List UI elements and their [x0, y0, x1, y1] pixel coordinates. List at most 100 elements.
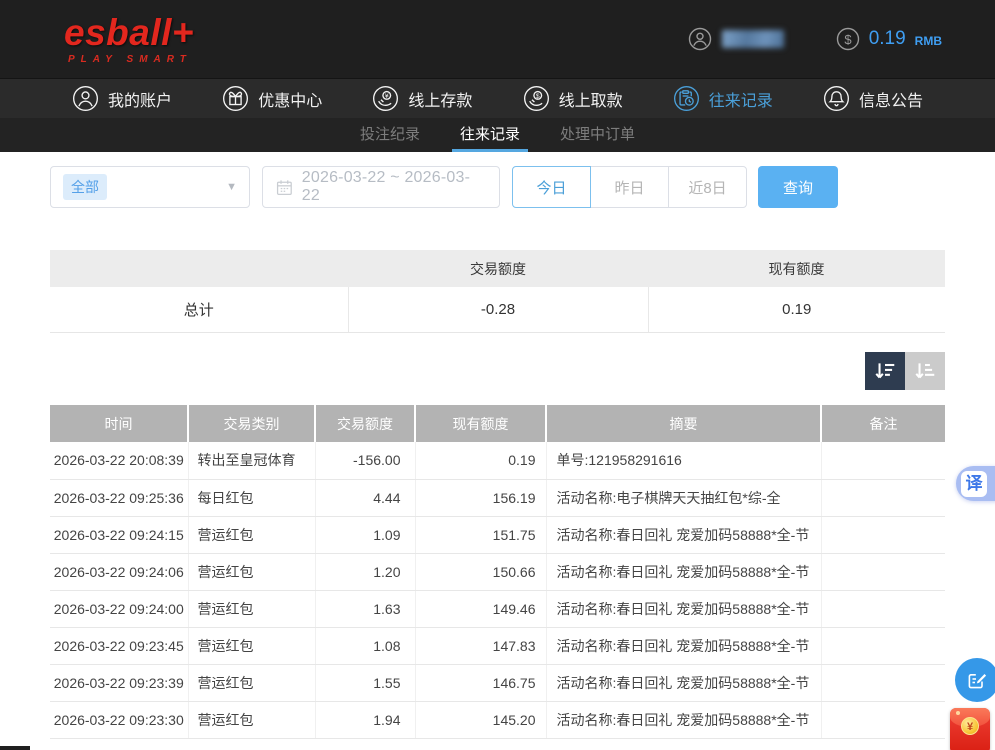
- table-cell: 0.19: [415, 442, 546, 479]
- table-row: 2026-03-22 09:23:39营运红包1.55146.75活动名称:春日…: [50, 664, 945, 701]
- table-cell: 1.94: [315, 701, 415, 738]
- chevron-down-icon: ▼: [226, 181, 237, 193]
- table-cell: 2026-03-22 09:24:00: [50, 590, 188, 627]
- username-redacted[interactable]: [722, 30, 784, 48]
- col-remarks: 备注: [821, 405, 945, 442]
- summary-current-balance: 0.19: [648, 287, 945, 332]
- table-cell: 2026-03-22 09:23:30: [50, 701, 188, 738]
- table-cell: 2026-03-22 09:24:06: [50, 553, 188, 590]
- col-transaction-type: 交易类别: [188, 405, 315, 442]
- tab-pending-orders[interactable]: 处理中订单: [548, 118, 647, 152]
- table-cell: 145.20: [415, 701, 546, 738]
- main-nav: 我的账户 优惠中心 ¥ 线上存款 $ 线上取款: [0, 78, 995, 118]
- query-button[interactable]: 查询: [758, 166, 838, 208]
- range-button-today[interactable]: 今日: [512, 166, 591, 208]
- table-cell: 活动名称:春日回礼 宠爱加码58888*全-节: [546, 701, 821, 738]
- table-cell: 1.09: [315, 516, 415, 553]
- table-row: 2026-03-22 09:23:30营运红包1.94145.20活动名称:春日…: [50, 701, 945, 738]
- table-row: 2026-03-22 09:23:45营运红包1.08147.83活动名称:春日…: [50, 627, 945, 664]
- table-cell: 2026-03-22 09:25:36: [50, 479, 188, 516]
- summary-total-label: 总计: [50, 287, 348, 332]
- gold-coin-icon: ¥: [961, 717, 979, 735]
- table-cell: [821, 553, 945, 590]
- bell-icon: [823, 85, 850, 112]
- nav-label: 优惠中心: [258, 87, 322, 111]
- range-button-last-8-days[interactable]: 近8日: [668, 166, 747, 208]
- balance-display[interactable]: $ 0.19 RMB: [836, 27, 942, 51]
- tab-transaction-records[interactable]: 往来记录: [448, 118, 532, 152]
- table-cell: [821, 590, 945, 627]
- red-envelope-button[interactable]: ¥: [950, 708, 990, 750]
- logo-text: esball+: [64, 13, 194, 53]
- table-cell: 每日红包: [188, 479, 315, 516]
- nav-label: 信息公告: [859, 87, 923, 111]
- table-cell: 营运红包: [188, 553, 315, 590]
- table-cell: 营运红包: [188, 664, 315, 701]
- table-cell: 1.20: [315, 553, 415, 590]
- table-cell: 146.75: [415, 664, 546, 701]
- date-range-value: 2026-03-22 ~ 2026-03-22: [302, 169, 486, 205]
- svg-text:$: $: [844, 32, 852, 47]
- summary-transaction-amount: -0.28: [348, 287, 648, 332]
- feedback-edit-button[interactable]: [955, 658, 995, 702]
- table-cell: 活动名称:春日回礼 宠爱加码58888*全-节: [546, 516, 821, 553]
- table-cell: 1.63: [315, 590, 415, 627]
- table-row: 2026-03-22 09:25:36每日红包4.44156.19活动名称:电子…: [50, 479, 945, 516]
- summary-col-transaction-amount: 交易额度: [348, 250, 648, 287]
- sort-controls: [865, 352, 945, 390]
- table-row: 2026-03-22 09:24:06营运红包1.20150.66活动名称:春日…: [50, 553, 945, 590]
- balance-amount: 0.19: [869, 28, 906, 50]
- col-time: 时间: [50, 405, 188, 442]
- table-row: 2026-03-22 20:08:39转出至皇冠体育-156.000.19单号:…: [50, 442, 945, 479]
- quick-range-group: 今日 昨日 近8日: [512, 166, 747, 208]
- table-cell: [821, 442, 945, 479]
- table-cell: 4.44: [315, 479, 415, 516]
- nav-item-online-deposit[interactable]: ¥ 线上存款: [372, 85, 472, 112]
- table-cell: 活动名称:春日回礼 宠爱加码58888*全-节: [546, 664, 821, 701]
- dollar-coin-icon: $: [836, 27, 860, 51]
- table-cell: 营运红包: [188, 590, 315, 627]
- table-cell: 活动名称:电子棋牌天天抽红包*综-全: [546, 479, 821, 516]
- range-button-yesterday[interactable]: 昨日: [590, 166, 669, 208]
- translate-button[interactable]: 译: [956, 466, 995, 501]
- table-row: 2026-03-22 09:24:00营运红包1.63149.46活动名称:春日…: [50, 590, 945, 627]
- nav-label: 往来记录: [709, 87, 773, 111]
- nav-item-transaction-records[interactable]: 往来记录: [673, 85, 773, 112]
- table-cell: 147.83: [415, 627, 546, 664]
- sort-descending-button[interactable]: [865, 352, 905, 390]
- table-cell: 活动名称:春日回礼 宠爱加码58888*全-节: [546, 590, 821, 627]
- svg-text:$: $: [535, 93, 539, 100]
- summary-col-empty: [50, 250, 348, 287]
- summary-col-current-balance: 现有额度: [648, 250, 945, 287]
- sub-tab-bar: 投注纪录 往来记录 处理中订单: [0, 118, 995, 152]
- nav-item-online-withdraw[interactable]: $ 线上取款: [523, 85, 623, 112]
- user-icon: [72, 85, 99, 112]
- sort-ascending-icon: [913, 359, 937, 383]
- nav-item-announcements[interactable]: 信息公告: [823, 85, 923, 112]
- translate-icon: 译: [961, 471, 987, 497]
- table-cell: 单号:121958291616: [546, 442, 821, 479]
- logo-tagline: PLAY SMART: [64, 54, 194, 65]
- table-cell: 1.55: [315, 664, 415, 701]
- calendar-icon: [276, 179, 293, 196]
- tab-bet-records[interactable]: 投注纪录: [348, 118, 432, 152]
- filter-toolbar: 全部 ▼ 2026-03-22 ~ 2026-03-22 今日 昨日 近8日 查…: [50, 166, 838, 208]
- table-cell: 营运红包: [188, 701, 315, 738]
- col-summary: 摘要: [546, 405, 821, 442]
- table-cell: 150.66: [415, 553, 546, 590]
- date-range-input[interactable]: 2026-03-22 ~ 2026-03-22: [262, 166, 500, 208]
- table-cell: 2026-03-22 20:08:39: [50, 442, 188, 479]
- user-area: $ 0.19 RMB: [688, 0, 942, 78]
- type-filter-dropdown[interactable]: 全部 ▼: [50, 166, 250, 208]
- table-cell: 活动名称:春日回礼 宠爱加码58888*全-节: [546, 553, 821, 590]
- bottom-left-widget-edge: [0, 746, 30, 750]
- summary-header-row: 交易额度 现有额度: [50, 250, 945, 287]
- nav-item-promotions[interactable]: 优惠中心: [222, 85, 322, 112]
- records-table-body: 2026-03-22 20:08:39转出至皇冠体育-156.000.19单号:…: [50, 442, 945, 738]
- sort-ascending-button[interactable]: [905, 352, 945, 390]
- gift-icon: [222, 85, 249, 112]
- user-avatar-icon[interactable]: [688, 27, 712, 51]
- col-current-balance: 现有额度: [415, 405, 546, 442]
- brand-logo[interactable]: esball+ PLAY SMART: [64, 13, 194, 65]
- nav-item-my-account[interactable]: 我的账户: [72, 85, 172, 112]
